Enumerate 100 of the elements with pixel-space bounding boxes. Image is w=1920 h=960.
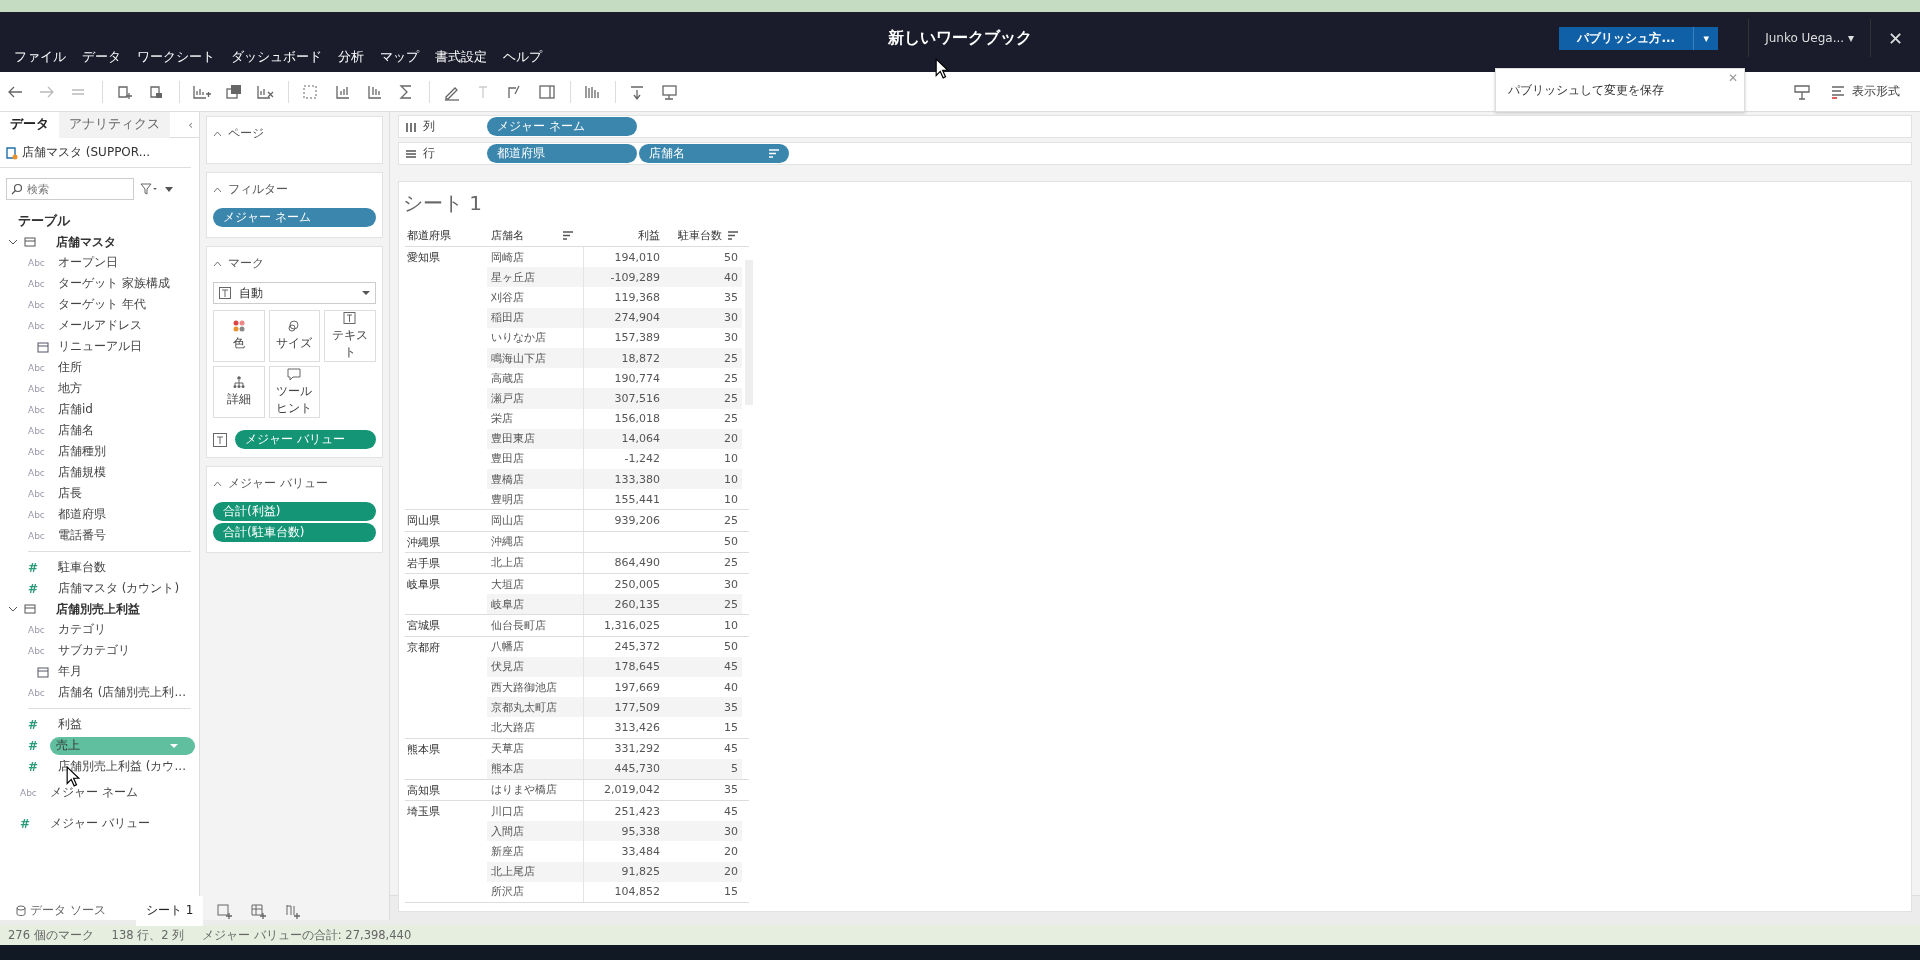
table-cell: 45 [724, 804, 738, 818]
sheet-tab[interactable]: シート 1 [136, 895, 204, 926]
mark-property-button[interactable]: テキスト [324, 310, 376, 362]
menu-item[interactable]: ファイル [6, 48, 74, 66]
field-item[interactable]: 年月 [58, 663, 82, 680]
field-item[interactable]: 電話番号 [58, 527, 106, 544]
field-item[interactable]: 駐車台数 [58, 559, 106, 576]
column-header[interactable]: 都道府県 [407, 228, 483, 243]
field-item[interactable]: 店舗名 (店舗別売上利... [58, 684, 186, 701]
column-header[interactable]: 利益 [587, 228, 660, 243]
copy-chart-icon[interactable] [224, 82, 244, 101]
table-cell: 沖縄店 [491, 534, 524, 550]
chevron-up-icon[interactable] [213, 186, 222, 193]
search-field[interactable]: 検索 [6, 178, 134, 200]
field-item[interactable]: 利益 [58, 716, 82, 733]
field-pill[interactable]: 店舗名 [639, 144, 789, 163]
menu-item[interactable]: 書式設定 [427, 48, 495, 66]
field-item[interactable]: カテゴリ [58, 621, 106, 638]
format-button[interactable]: 表示形式 [1830, 83, 1900, 100]
new-sheet-icon[interactable] [217, 902, 234, 919]
field-pill[interactable]: メジャー ネーム [213, 208, 376, 227]
field-item[interactable]: 売上 [50, 736, 195, 755]
menu-item[interactable]: ダッシュボード [223, 48, 330, 66]
publish-dropdown-button[interactable]: ▾ [1693, 26, 1719, 50]
table-cell: 10 [724, 492, 738, 506]
section-heading: テーブル [17, 212, 71, 230]
field-item[interactable]: 店舗種別 [58, 443, 106, 460]
mark-property-button[interactable]: サイズ [268, 310, 321, 362]
sort-icon[interactable] [563, 231, 573, 240]
field-item[interactable]: 地方 [58, 380, 82, 397]
new-story-icon[interactable] [285, 902, 302, 919]
table-cell: 30 [724, 331, 738, 345]
menu-item[interactable]: データ [74, 48, 129, 66]
table-cell: 2,019,042 [604, 783, 660, 797]
mark-property-button[interactable]: 色 [213, 310, 265, 362]
table-name[interactable]: 店舗別売上利益 [56, 600, 140, 618]
field-item[interactable]: オープン日 [58, 254, 118, 271]
field-pill[interactable]: 合計(利益) [213, 502, 376, 521]
window-title: 新しいワークブック [888, 28, 1032, 49]
sheet-tab[interactable]: データ ソース [6, 895, 126, 926]
field-item[interactable]: 店舗id [58, 401, 93, 418]
table-cell: 45 [724, 660, 738, 674]
chevron-up-icon[interactable] [213, 130, 222, 137]
menu-item[interactable]: ヘルプ [495, 48, 550, 66]
field-item[interactable]: 都道府県 [58, 506, 106, 523]
menu-item[interactable]: ワークシート [129, 48, 223, 66]
user-menu[interactable]: Junko Uega... ▾ [1748, 19, 1870, 57]
field-item[interactable]: メジャー バリュー [50, 815, 150, 832]
table-cell: 177,509 [614, 700, 660, 714]
table-cell: 岐阜県 [407, 578, 440, 591]
mark-type-dropdown[interactable]: 自動 [213, 282, 376, 304]
publish-button[interactable]: パブリッシュ方... [1559, 26, 1694, 50]
chevron-up-icon[interactable] [213, 480, 222, 487]
mark-property-button[interactable]: ツールヒント [268, 366, 321, 418]
field-item[interactable]: ターゲット 年代 [58, 296, 146, 313]
column-header[interactable]: 店舗名 [491, 228, 579, 243]
table-name[interactable]: 店舗マスタ [56, 233, 116, 251]
chevron-up-icon[interactable] [213, 260, 222, 267]
frame-icon[interactable] [538, 82, 558, 101]
field-item[interactable]: 店長 [58, 485, 82, 502]
table-cell: 250,005 [614, 577, 660, 591]
collapse-button[interactable]: ‹ [188, 117, 199, 132]
table-cell: 197,669 [614, 680, 660, 694]
menu-item[interactable]: 分析 [330, 48, 372, 66]
table-cell: 10 [724, 618, 738, 632]
sort-icon[interactable] [728, 231, 738, 240]
field-item[interactable]: サブカテゴリ [58, 642, 130, 659]
pane-tab[interactable]: アナリティクス [59, 112, 170, 138]
data-type-label: # [28, 738, 40, 753]
data-type-label: Abc [28, 299, 46, 310]
field-item[interactable]: 住所 [58, 359, 82, 376]
field-item[interactable]: 店舗規模 [58, 464, 106, 481]
field-item[interactable]: 店舗マスタ (カウント) [58, 580, 180, 597]
card-title: フィルター [228, 181, 288, 198]
field-pill[interactable]: 都道府県 [487, 144, 637, 163]
field-item[interactable]: ターゲット 家族構成 [58, 275, 170, 292]
table-cell: 鳴海山下店 [491, 350, 546, 366]
table-cell: 194,010 [614, 250, 660, 264]
bars-icon [1830, 83, 1846, 100]
table-cell: 岡崎店 [491, 249, 524, 265]
close-button[interactable]: ✕ [1870, 19, 1920, 57]
field-item[interactable]: リニューアル日 [58, 338, 142, 355]
field-item[interactable]: メジャー ネーム [50, 784, 138, 801]
menu-item[interactable]: マップ [372, 48, 427, 66]
field-item[interactable]: 店舗名 [58, 422, 94, 439]
monitor-icon[interactable] [660, 82, 680, 101]
table-cell: 245,372 [614, 640, 660, 654]
chevron-down-icon[interactable] [8, 604, 18, 614]
filter-icon[interactable] [140, 183, 158, 195]
field-item[interactable]: メールアドレス [58, 317, 142, 334]
column-header[interactable]: 駐車台数 [668, 228, 738, 243]
table-cell: 274,904 [614, 311, 660, 325]
presentation-icon[interactable] [1792, 82, 1812, 101]
field-pill[interactable]: 合計(駐車台数) [213, 523, 376, 542]
new-dashboard-icon[interactable] [251, 902, 268, 919]
field-pill[interactable]: メジャー バリュー [235, 430, 376, 449]
mark-property-button[interactable]: 詳細 [213, 366, 265, 418]
field-pill[interactable]: メジャー ネーム [487, 117, 637, 136]
chevron-down-icon[interactable] [8, 237, 18, 247]
data-source-item[interactable]: 店舗マスタ (SUPPOR... [0, 138, 191, 168]
